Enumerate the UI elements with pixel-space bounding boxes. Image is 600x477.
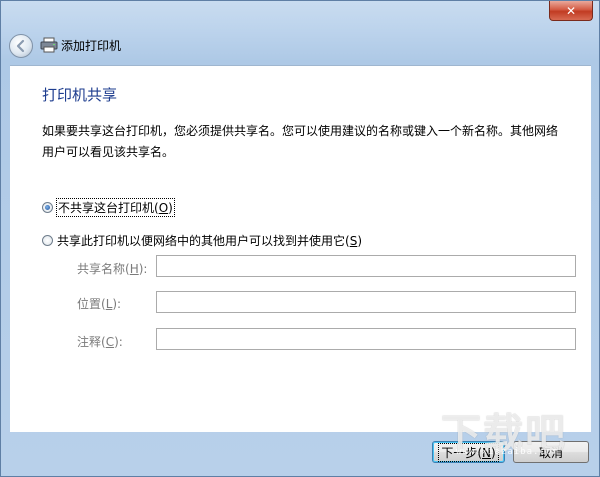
- watermark-url: www.xiazaiba.com: [456, 447, 559, 457]
- option-share-label: 共享此打印机以便网络中的其他用户可以找到并使用它(S): [57, 234, 362, 248]
- share-name-label: 共享名称(H):: [77, 262, 148, 276]
- option-no-share-label: 不共享这台打印机(O): [56, 198, 175, 217]
- share-name-input[interactable]: [156, 255, 576, 277]
- comment-label: 注释(C):: [77, 335, 123, 349]
- location-input[interactable]: [156, 291, 576, 313]
- radio-no-share[interactable]: [42, 202, 53, 213]
- option-share[interactable]: 共享此打印机以便网络中的其他用户可以找到并使用它(S): [42, 232, 362, 249]
- option-no-share[interactable]: 不共享这台打印机(O): [42, 198, 175, 217]
- comment-input[interactable]: [156, 328, 576, 350]
- add-printer-window: ✕ 添加打印机 打印机共享 如果要共享这台打印机，您必须提供共享名。您可以使用建…: [0, 0, 600, 477]
- back-button[interactable]: [9, 34, 33, 58]
- close-button[interactable]: ✕: [549, 1, 593, 21]
- printer-icon: [40, 37, 58, 53]
- radio-share[interactable]: [42, 235, 53, 246]
- back-arrow-icon: [16, 39, 25, 53]
- location-label: 位置(L):: [77, 297, 122, 311]
- description-text: 如果要共享这台打印机，您必须提供共享名。您可以使用建议的名称或键入一个新名称。其…: [42, 124, 559, 159]
- close-icon: ✕: [565, 3, 577, 18]
- content-panel: 打印机共享 如果要共享这台打印机，您必须提供共享名。您可以使用建议的名称或键入一…: [10, 65, 591, 432]
- page-title: 打印机共享: [42, 86, 118, 104]
- window-title: 添加打印机: [61, 39, 122, 53]
